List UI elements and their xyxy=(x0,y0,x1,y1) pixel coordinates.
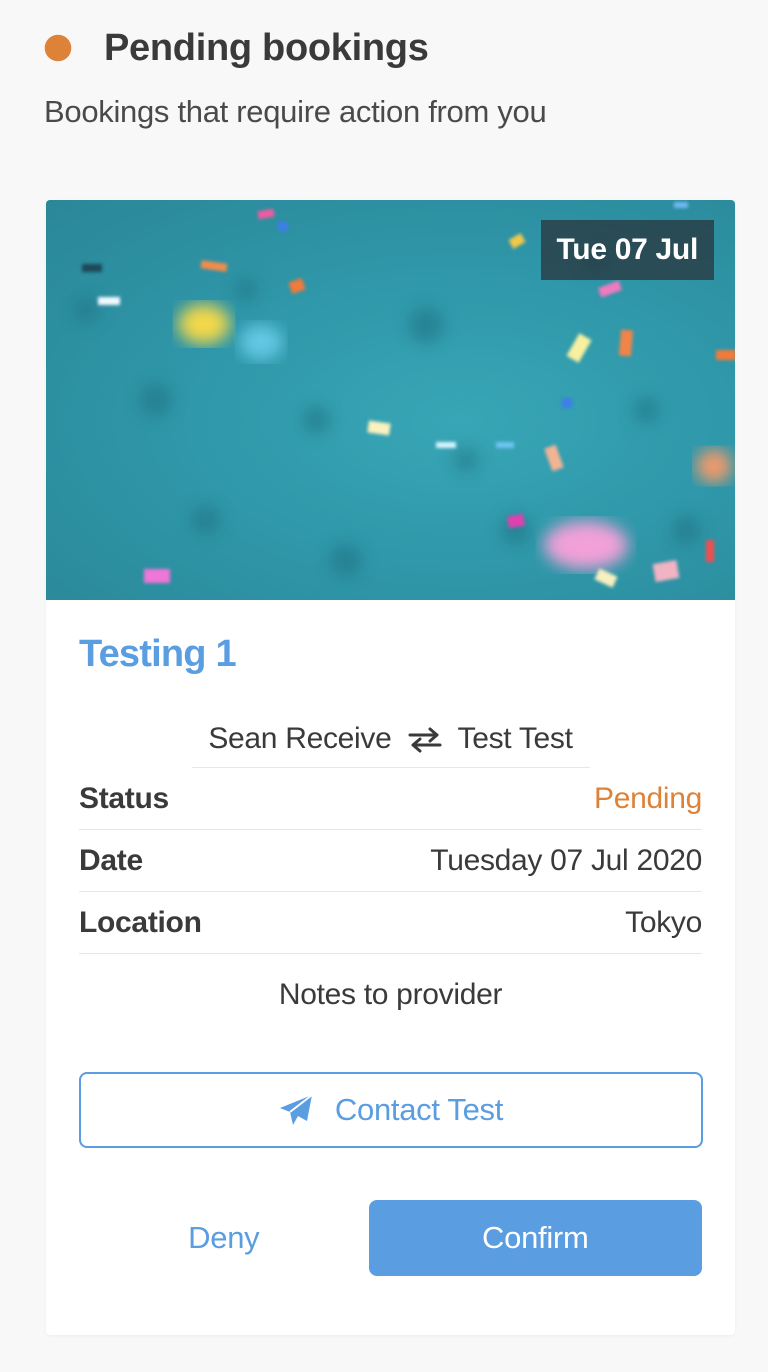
party-to: Test Test xyxy=(457,722,573,755)
date-value: Tuesday 07 Jul 2020 xyxy=(430,843,702,877)
page-title: Pending bookings xyxy=(104,26,429,69)
contact-button[interactable]: Contact Test xyxy=(79,1072,703,1148)
location-label: Location xyxy=(79,905,202,939)
page-header: Pending bookings Bookings that require a… xyxy=(44,26,734,130)
booking-actions: Deny Confirm xyxy=(79,1200,702,1276)
booking-title[interactable]: Testing 1 xyxy=(79,633,702,676)
page-subtitle: Bookings that require action from you xyxy=(44,94,547,129)
paper-plane-icon xyxy=(279,1094,313,1126)
date-row: Date Tuesday 07 Jul 2020 xyxy=(79,830,702,892)
contact-button-label: Contact Test xyxy=(334,1092,504,1127)
status-dot-icon xyxy=(44,34,72,62)
booking-details: Testing 1 Sean Receive Test Test Status … xyxy=(46,633,735,1276)
deny-button[interactable]: Deny xyxy=(79,1220,369,1256)
location-row: Location Tokyo xyxy=(79,892,702,954)
booking-card: Tue 07 Jul Testing 1 Sean Receive Test T… xyxy=(46,200,735,1335)
status-row: Status Pending xyxy=(79,768,702,830)
date-label: Date xyxy=(79,843,143,877)
status-value: Pending xyxy=(594,781,702,815)
title-row: Pending bookings xyxy=(44,26,734,70)
notes-to-provider[interactable]: Notes to provider xyxy=(79,978,702,1012)
booking-image: Tue 07 Jul xyxy=(46,200,735,600)
date-badge: Tue 07 Jul xyxy=(540,220,714,280)
status-label: Status xyxy=(79,781,169,815)
party-from: Sean Receive xyxy=(208,722,392,755)
booking-parties: Sean Receive Test Test xyxy=(191,722,590,768)
swap-arrows-icon xyxy=(408,722,442,758)
location-value: Tokyo xyxy=(625,905,702,939)
confirm-button[interactable]: Confirm xyxy=(368,1200,702,1276)
